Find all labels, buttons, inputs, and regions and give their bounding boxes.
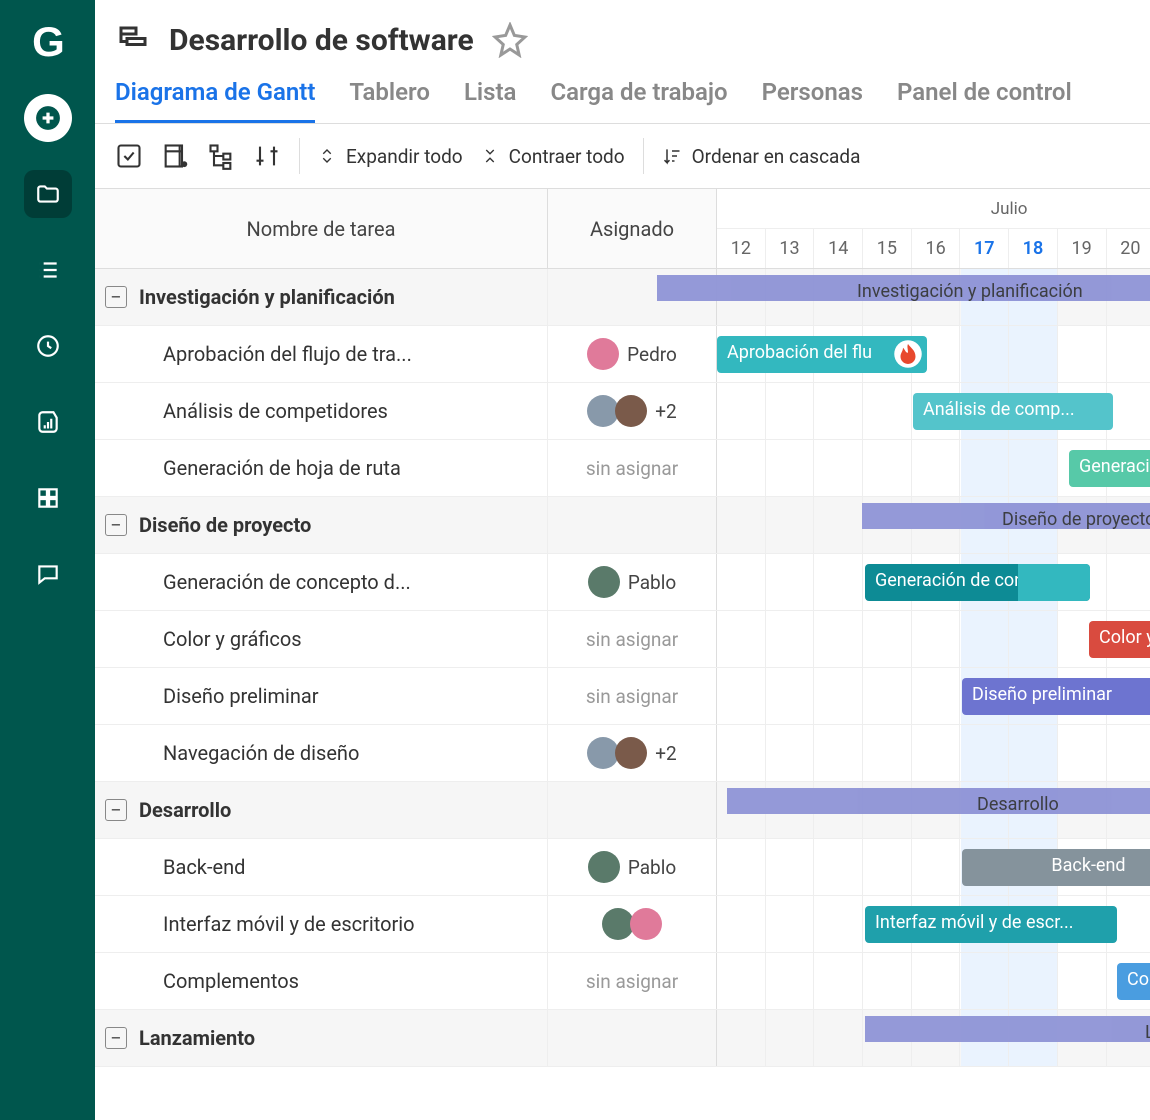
assignee-cell[interactable]: sin asignar — [548, 611, 716, 667]
assignee-cell[interactable]: Pablo — [548, 839, 716, 895]
avatar — [588, 851, 620, 883]
task-name-cell[interactable]: Complementos — [95, 953, 548, 1009]
task-name-cell[interactable]: Análisis de competidores — [95, 383, 548, 439]
calendar-day[interactable]: 17 — [960, 229, 1009, 268]
gantt-group-bar[interactable]: Desarrollo — [727, 788, 1150, 814]
assignee-cell[interactable] — [548, 497, 716, 553]
task-name-cell[interactable]: Diseño preliminar — [95, 668, 548, 724]
assignee-cell[interactable]: Pablo — [548, 554, 716, 610]
assignee-cell[interactable]: Pedro — [548, 326, 716, 382]
gantt-task-bar[interactable]: Complem — [1117, 963, 1150, 1000]
collapse-toggle[interactable]: − — [105, 799, 127, 821]
task-name-cell[interactable]: Generación de concepto d... — [95, 554, 548, 610]
collapse-toggle[interactable]: − — [105, 286, 127, 308]
column-header-name[interactable]: Nombre de tarea — [95, 189, 548, 268]
report-nav-icon[interactable] — [24, 398, 72, 446]
tab-0[interactable]: Diagrama de Gantt — [115, 78, 315, 123]
task-name-cell[interactable]: Color y gráficos — [95, 611, 548, 667]
calendar-day[interactable]: 20 — [1107, 229, 1150, 268]
calendar-day[interactable]: 16 — [912, 229, 961, 268]
task-name-cell[interactable]: Aprobación del flujo de tra... — [95, 326, 548, 382]
column-header-assigned[interactable]: Asignado — [548, 189, 716, 268]
gantt-task-bar[interactable]: Interfaz móvil y de escr... — [865, 906, 1117, 943]
project-title: Desarrollo de software — [169, 23, 474, 58]
app-logo: G — [32, 18, 63, 66]
baseline-tool-icon[interactable] — [253, 142, 281, 170]
calendar-day[interactable]: 13 — [766, 229, 815, 268]
avatar — [587, 338, 619, 370]
favorite-star-icon[interactable] — [492, 22, 528, 58]
gantt-task-bar[interactable]: Análisis de comp... — [913, 393, 1113, 430]
calendar-day[interactable]: 19 — [1058, 229, 1107, 268]
expand-all-button[interactable]: Expandir todo — [318, 145, 463, 168]
calendar-month: Julio — [717, 189, 1150, 229]
task-name-cell[interactable]: −Investigación y planificación — [95, 269, 548, 325]
wbs-tool-icon[interactable] — [207, 142, 235, 170]
task-name-cell[interactable]: Back-end — [95, 839, 548, 895]
dashboard-nav-icon[interactable] — [24, 474, 72, 522]
recent-nav-icon[interactable] — [24, 322, 72, 370]
assignee-cell[interactable]: sin asignar — [548, 440, 716, 496]
gantt-group-bar[interactable]: Investigación y planificación — [657, 275, 1150, 301]
assignee-cell[interactable] — [548, 782, 716, 838]
collapse-toggle[interactable]: − — [105, 514, 127, 536]
titlebar: Desarrollo de software — [95, 0, 1150, 68]
gantt-icon — [115, 22, 151, 58]
calendar-day[interactable]: 18 — [1009, 229, 1058, 268]
tab-3[interactable]: Carga de trabajo — [550, 78, 727, 123]
assignee-cell[interactable] — [548, 1010, 716, 1066]
priority-flame-icon — [893, 339, 923, 369]
gantt-task-bar[interactable]: Diseño preliminar — [962, 678, 1150, 715]
task-name-cell[interactable]: Generación de hoja de ruta — [95, 440, 548, 496]
assignee-cell[interactable]: sin asignar — [548, 953, 716, 1009]
gantt-group-bar[interactable]: Lanzamiento — [865, 1016, 1150, 1042]
task-name-cell[interactable]: Navegación de diseño — [95, 725, 548, 781]
tab-5[interactable]: Panel de control — [897, 78, 1072, 123]
task-name-cell[interactable]: −Diseño de proyecto — [95, 497, 548, 553]
collapse-all-button[interactable]: Contraer todo — [481, 145, 625, 168]
gantt-task-bar[interactable]: Back-end — [962, 849, 1150, 886]
avatar — [615, 737, 647, 769]
list-nav-icon[interactable] — [24, 246, 72, 294]
assignee-cell[interactable]: sin asignar — [548, 668, 716, 724]
calendar-day[interactable]: 15 — [863, 229, 912, 268]
avatar — [615, 395, 647, 427]
sort-cascade-button[interactable]: Ordenar en cascada — [662, 145, 861, 168]
gantt-group-bar[interactable]: Diseño de proyecto — [862, 503, 1150, 529]
tab-4[interactable]: Personas — [762, 78, 863, 123]
toolbar: Expandir todo Contraer todo Ordenar en c… — [95, 124, 1150, 189]
task-name-cell[interactable]: −Lanzamiento — [95, 1010, 548, 1066]
gantt-task-bar[interactable]: Color y gráfi — [1089, 621, 1150, 658]
gantt-task-bar[interactable]: Generación de conc... — [865, 564, 1090, 601]
calendar-day[interactable]: 12 — [717, 229, 766, 268]
task-name-cell[interactable]: Interfaz móvil y de escritorio — [95, 896, 548, 952]
collapse-toggle[interactable]: − — [105, 1027, 127, 1049]
assignee-cell[interactable]: +2 — [548, 725, 716, 781]
chat-nav-icon[interactable] — [24, 550, 72, 598]
gantt-task-bar[interactable]: Aprobación del flu — [717, 336, 927, 373]
view-tabs: Diagrama de Gantt Tablero Lista Carga de tr… — [95, 68, 1150, 124]
avatar — [588, 566, 620, 598]
add-button[interactable] — [24, 94, 72, 142]
tab-1[interactable]: Tablero — [349, 78, 430, 123]
app-sidebar: G — [0, 0, 95, 1120]
assignee-cell[interactable]: +2 — [548, 383, 716, 439]
assignee-cell[interactable] — [548, 896, 716, 952]
gantt-task-bar[interactable]: Generación de — [1069, 450, 1150, 487]
avatar — [630, 908, 662, 940]
calendar-day[interactable]: 14 — [814, 229, 863, 268]
tab-2[interactable]: Lista — [464, 78, 517, 123]
checkbox-tool-icon[interactable] — [115, 142, 143, 170]
columns-tool-icon[interactable] — [161, 142, 189, 170]
calendar-days: 121314151617181920212223 — [717, 229, 1150, 268]
folder-nav-icon[interactable] — [24, 170, 72, 218]
task-name-cell[interactable]: −Desarrollo — [95, 782, 548, 838]
